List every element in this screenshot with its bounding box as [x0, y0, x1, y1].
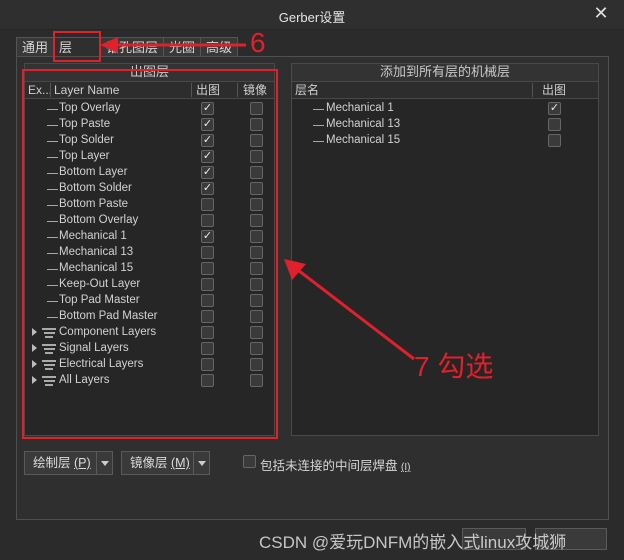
mech-plot-checkbox[interactable] [548, 118, 561, 131]
mech-plot-checkbox[interactable]: ✓ [548, 102, 561, 115]
include-unconnected-hotkey: (I) [401, 462, 411, 473]
mirror-layers-button[interactable]: 镜像层 (M) [121, 451, 210, 475]
plot-layers-button[interactable]: 绘制层 (P) [24, 451, 113, 475]
mirror-layers-hotkey: (M) [171, 456, 190, 470]
mech-layers-title: 添加到所有层的机械层 [292, 64, 598, 82]
include-unconnected-label[interactable]: 包括未连接的中间层焊盘 (I) [260, 455, 410, 474]
chevron-down-icon[interactable] [96, 452, 112, 474]
mech-layers-header: 层名 出图 [292, 82, 598, 99]
col-layer-name-cn[interactable]: 层名 [295, 82, 319, 98]
include-unconnected-checkbox[interactable] [243, 455, 256, 468]
col-mech-plot[interactable]: 出图 [542, 82, 566, 98]
annotation-step-7: 7 勾选 [414, 351, 494, 382]
annotation-step-6: 6 [250, 27, 266, 58]
mech-layer-name: Mechanical 15 [326, 134, 401, 146]
chevron-down-icon[interactable] [193, 452, 209, 474]
mech-layer-name: Mechanical 13 [326, 118, 401, 130]
annotation-arrow-tab-icon [100, 37, 246, 53]
layer-dash-icon [313, 109, 324, 110]
mirror-layers-button-label: 镜像层 [130, 456, 168, 470]
layer-dash-icon [313, 141, 324, 142]
window-title: Gerber设置 [278, 10, 346, 25]
annotation-arrow-list-icon [284, 259, 415, 361]
mech-layers-list: Mechanical 1 ✓ Mechanical 13 Mechanical 15 [292, 100, 598, 200]
close-button[interactable]: ✕ [578, 0, 624, 26]
include-unconnected-text: 包括未连接的中间层焊盘 [260, 459, 398, 473]
watermark: CSDN @爱玩DNFM的嵌入式linux攻城狮 [259, 533, 567, 552]
mech-layer-row[interactable]: Mechanical 1 ✓ [292, 101, 598, 117]
mech-layer-row[interactable]: Mechanical 15 [292, 133, 598, 149]
title-bar: Gerber设置 ✕ [0, 0, 624, 30]
layer-dash-icon [313, 125, 324, 126]
annotation-box-list [22, 69, 278, 439]
tab-general[interactable]: 通用 [16, 37, 55, 57]
plot-layers-hotkey: (P) [74, 456, 91, 470]
mech-plot-checkbox[interactable] [548, 134, 561, 147]
annotation-box-tab [53, 31, 101, 62]
mech-layer-row[interactable]: Mechanical 13 [292, 117, 598, 133]
mech-layer-name: Mechanical 1 [326, 102, 394, 114]
plot-layers-button-label: 绘制层 [33, 456, 71, 470]
